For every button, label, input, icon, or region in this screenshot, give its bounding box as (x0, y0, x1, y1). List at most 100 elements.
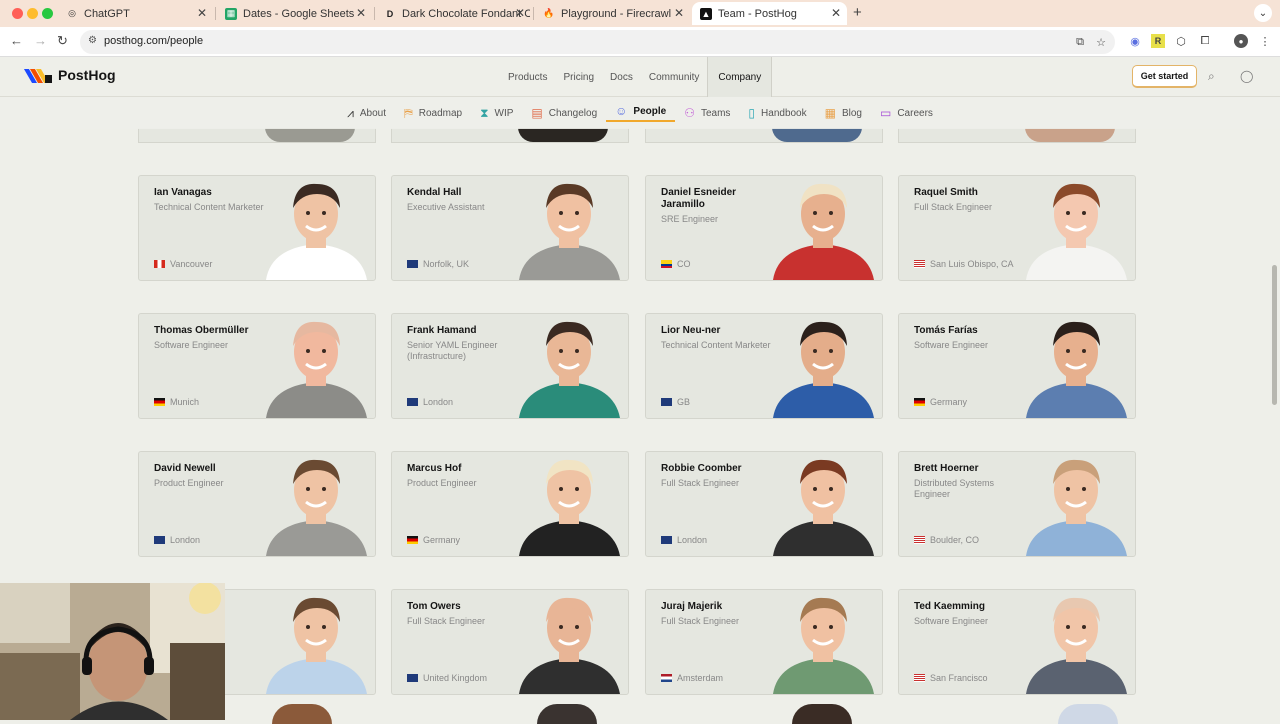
person-name-block: Ted Kaemming Software Engineer (914, 601, 1024, 627)
person-location: CO (661, 259, 691, 269)
person-name: Daniel Esneider Jaramillo (661, 187, 737, 210)
person-location: GB (661, 397, 690, 407)
subnav-careers[interactable]: ▭ Careers (871, 106, 942, 120)
person-card[interactable]: David Newell Product Engineer London (138, 451, 376, 557)
teams-icon: ⚇ (684, 106, 695, 120)
person-portrait (266, 459, 367, 556)
person-role: Full Stack Engineer (661, 616, 740, 626)
person-role: SRE Engineer (661, 214, 719, 224)
location-text: GB (677, 397, 691, 407)
person-portrait (1026, 183, 1127, 280)
person-name: Brett Hoerner (914, 463, 979, 474)
person-role: Technical Content Marketer (661, 340, 771, 350)
person-location: London (407, 397, 453, 407)
subnav-teams[interactable]: ⚇ Teams (675, 106, 739, 120)
person-name: Tomás Farías (914, 325, 978, 336)
country-flag-icon (914, 536, 925, 544)
subnav-label: Roadmap (418, 107, 463, 119)
person-name-block: Raquel Smith Full Stack Engineer (914, 187, 1024, 213)
person-name: Raquel Smith (914, 187, 978, 198)
person-location: Norfolk, UK (407, 259, 469, 269)
country-flag-icon (407, 674, 418, 682)
person-card[interactable]: Brett Hoerner Distributed Systems Enginee… (898, 451, 1136, 557)
person-role: Software Engineer (914, 616, 989, 626)
country-flag-icon (661, 260, 672, 268)
person-card[interactable]: Raquel Smith Full Stack Engineer San Luis … (898, 175, 1136, 281)
person-card[interactable]: Robbie Coomber Full Stack Engineer London (645, 451, 883, 557)
person-name-block: Tomás Farías Software Engineer (914, 325, 1024, 351)
location-text: Boulder, CO (930, 535, 980, 545)
country-flag-icon (661, 398, 672, 406)
subnav-label: People (633, 105, 667, 117)
person-role: Full Stack Engineer (661, 478, 740, 488)
location-text: Germany (930, 397, 968, 407)
webcam-video (0, 583, 225, 720)
subnav-label: Blog (841, 107, 862, 119)
subnav-wip[interactable]: ⧗ WIP (471, 106, 522, 121)
person-role: Software Engineer (154, 340, 229, 350)
country-flag-icon (914, 674, 925, 682)
person-card[interactable]: Tomás Farías Software Engineer Germany (898, 313, 1136, 419)
subnav-handbook[interactable]: ▯ Handbook (739, 106, 815, 120)
about-icon: ⩘ (347, 105, 354, 120)
roadmap-icon: ⛿ (404, 105, 413, 120)
person-card[interactable]: Marcus Hof Product Engineer Germany (391, 451, 629, 557)
company-subnav: ⩘ About ⛿ Roadmap ⧗ WIP ▤ Changelog ☺ People … (0, 97, 1280, 129)
person-location: Germany (407, 535, 460, 545)
person-card[interactable]: Kendal Hall Executive Assistant Norfolk, U… (391, 175, 629, 281)
person-role: Technical Content Marketer (154, 202, 264, 212)
person-name-block: Daniel Esneider Jaramillo SRE Engineer (661, 187, 771, 225)
country-flag-icon (914, 260, 925, 268)
person-portrait (266, 597, 367, 694)
person-name: Tom Owers (407, 601, 461, 612)
location-text: San Francisco (930, 673, 988, 683)
person-portrait (519, 597, 620, 694)
person-role: Software Engineer (914, 340, 989, 350)
person-name: Marcus Hof (407, 463, 462, 474)
person-name: Ian Vanagas (154, 187, 212, 198)
person-name: Thomas Obermüller (154, 325, 249, 336)
person-name: Kendal Hall (407, 187, 462, 198)
person-portrait (773, 597, 874, 694)
location-text: London (677, 535, 708, 545)
person-card[interactable]: Thomas Obermüller Software Engineer Munich (138, 313, 376, 419)
country-flag-icon (407, 260, 418, 268)
person-portrait (1026, 597, 1127, 694)
country-flag-icon (154, 398, 165, 406)
person-location: Amsterdam (661, 673, 723, 683)
person-card[interactable]: Ted Kaemming Software Engineer San Francis… (898, 589, 1136, 695)
page-scrollbar[interactable] (1272, 265, 1277, 405)
subnav-blog[interactable]: ▦ Blog (816, 106, 871, 120)
partial-portrait (272, 704, 332, 724)
person-name: David Newell (154, 463, 216, 474)
person-name-block: Thomas Obermüller Software Engineer (154, 325, 264, 351)
subnav-people[interactable]: ☺ People (606, 104, 676, 122)
country-flag-icon (661, 674, 672, 682)
location-text: London (170, 535, 201, 545)
person-portrait (1026, 459, 1127, 556)
person-name-block: Lior Neu-ner Technical Content Marketer (661, 325, 771, 351)
person-role: Full Stack Engineer (914, 202, 993, 212)
person-portrait (773, 459, 874, 556)
person-card[interactable]: Tom Owers Full Stack Engineer United Kingd… (391, 589, 629, 695)
country-flag-icon (661, 536, 672, 544)
country-flag-icon (154, 260, 165, 268)
person-role: Senior YAML Engineer (Infrastructure) (407, 340, 498, 361)
person-portrait (266, 183, 367, 280)
subnav-about[interactable]: ⩘ About (338, 106, 395, 121)
person-card[interactable]: Daniel Esneider Jaramillo SRE Engineer CO (645, 175, 883, 281)
person-portrait (266, 321, 367, 418)
person-role: Executive Assistant (407, 202, 485, 212)
person-card[interactable]: Frank Hamand Senior YAML Engineer (Infras… (391, 313, 629, 419)
subnav-changelog[interactable]: ▤ Changelog (522, 106, 606, 120)
location-text: CO (677, 259, 691, 269)
person-card[interactable]: Lior Neu-ner Technical Content Marketer GB (645, 313, 883, 419)
person-card[interactable]: Ian Vanagas Technical Content Marketer Van… (138, 175, 376, 281)
calendar-icon: ▤ (531, 106, 543, 120)
subnav-roadmap[interactable]: ⛿ Roadmap (395, 106, 471, 121)
person-portrait (773, 321, 874, 418)
person-role: Distributed Systems Engineer (914, 478, 995, 499)
person-card[interactable]: Juraj Majerik Full Stack Engineer Amsterda… (645, 589, 883, 695)
person-location: San Francisco (914, 673, 988, 683)
person-location: Boulder, CO (914, 535, 979, 545)
